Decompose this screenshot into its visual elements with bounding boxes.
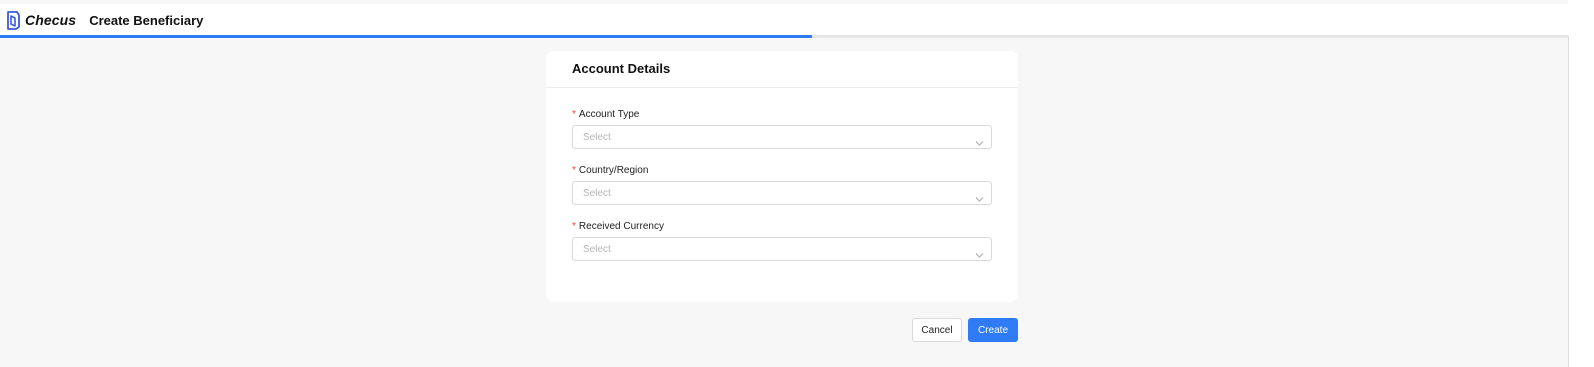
required-marker: *: [572, 109, 576, 120]
account-type-placeholder: Select: [583, 131, 611, 143]
header-bar: Checus Create Beneficiary: [0, 4, 1568, 36]
card-title: Account Details: [572, 61, 671, 76]
brand-name: Checus: [25, 12, 77, 28]
window-edge-divider: [1568, 36, 1569, 367]
required-marker: *: [572, 221, 576, 232]
country-region-placeholder: Select: [583, 187, 611, 199]
account-details-card: Account Details * Account Type Select * Co…: [546, 51, 1018, 302]
progress-bar: [0, 35, 1568, 38]
received-currency-placeholder: Select: [583, 243, 611, 255]
country-region-label-text: Country/Region: [578, 165, 649, 176]
progress-bar-fill: [0, 35, 813, 38]
country-region-field: * Country/Region Select: [572, 164, 992, 205]
brand-logo: Checus: [5, 10, 76, 30]
received-currency-label-text: Received Currency: [578, 221, 664, 232]
received-currency-label: * Received Currency: [572, 220, 992, 234]
received-currency-select[interactable]: Select: [572, 237, 992, 261]
card-header: Account Details: [546, 51, 1018, 88]
country-region-select[interactable]: Select: [572, 181, 992, 205]
account-type-label: * Account Type: [572, 108, 992, 122]
chevron-down-icon: [975, 190, 984, 202]
required-marker: *: [572, 165, 576, 176]
account-type-field: * Account Type Select: [572, 108, 992, 149]
window-edge: [1568, 0, 1594, 367]
chevron-down-icon: [975, 134, 984, 146]
create-button[interactable]: Create: [968, 318, 1018, 342]
cancel-button[interactable]: Cancel: [912, 318, 962, 342]
country-region-label: * Country/Region: [572, 164, 992, 178]
page-title: Create Beneficiary: [89, 12, 204, 28]
received-currency-field: * Received Currency Select: [572, 220, 992, 261]
account-type-label-text: Account Type: [578, 109, 640, 120]
chevron-down-icon: [975, 246, 984, 258]
checus-logo-icon: [5, 10, 21, 30]
account-type-select[interactable]: Select: [572, 125, 992, 149]
